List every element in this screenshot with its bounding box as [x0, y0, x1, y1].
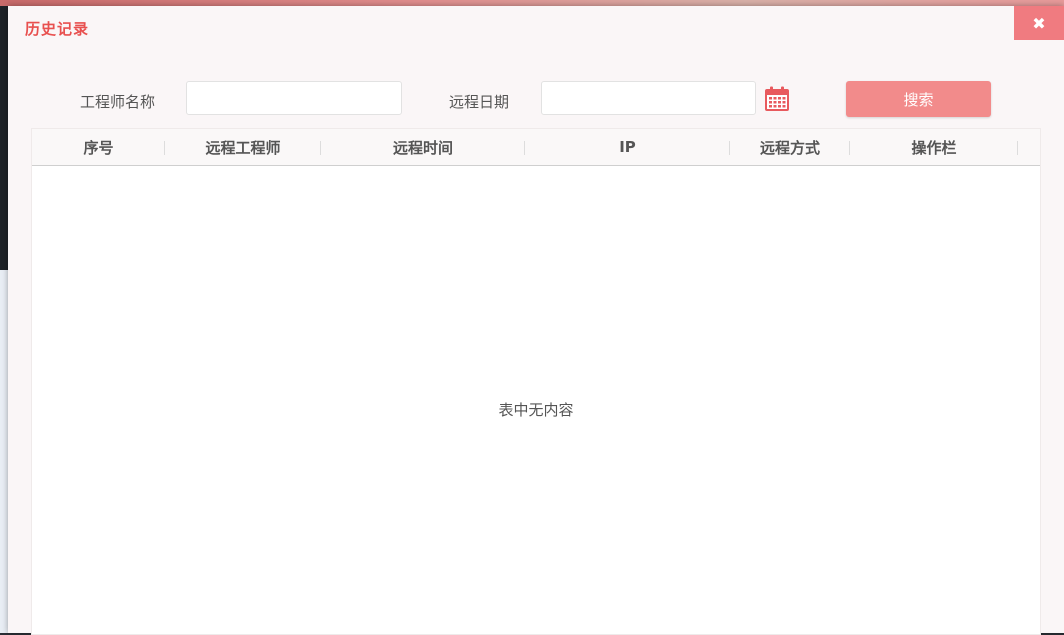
empty-table-message: 表中无内容 [498, 401, 574, 419]
table-header: 序号 远程工程师 远程时间 IP 远程方式 操作栏 [32, 129, 1040, 166]
column-header-index[interactable]: 序号 [32, 129, 165, 165]
history-dialog: 历史记录 ✖ 工程师名称 远程日期 搜索 序号 远程工程师 远程时间 IP 远程… [8, 6, 1064, 635]
column-header-method[interactable]: 远程方式 [730, 129, 850, 165]
engineer-name-input[interactable] [186, 81, 402, 115]
search-button[interactable]: 搜索 [846, 81, 991, 117]
dialog-title: 历史记录 [25, 20, 90, 38]
remote-date-input[interactable] [541, 81, 756, 115]
remote-date-label: 远程日期 [449, 93, 510, 111]
column-header-ip[interactable]: IP [525, 129, 730, 165]
close-button[interactable]: ✖ [1014, 6, 1064, 40]
history-table: 序号 远程工程师 远程时间 IP 远程方式 操作栏 表中无内容 [31, 128, 1041, 635]
engineer-name-label: 工程师名称 [80, 93, 156, 111]
column-header-actions[interactable]: 操作栏 [850, 129, 1018, 165]
column-header-engineer[interactable]: 远程工程师 [165, 129, 321, 165]
calendar-icon[interactable] [764, 86, 790, 112]
column-header-time[interactable]: 远程时间 [321, 129, 525, 165]
background-window-strip [0, 0, 8, 633]
